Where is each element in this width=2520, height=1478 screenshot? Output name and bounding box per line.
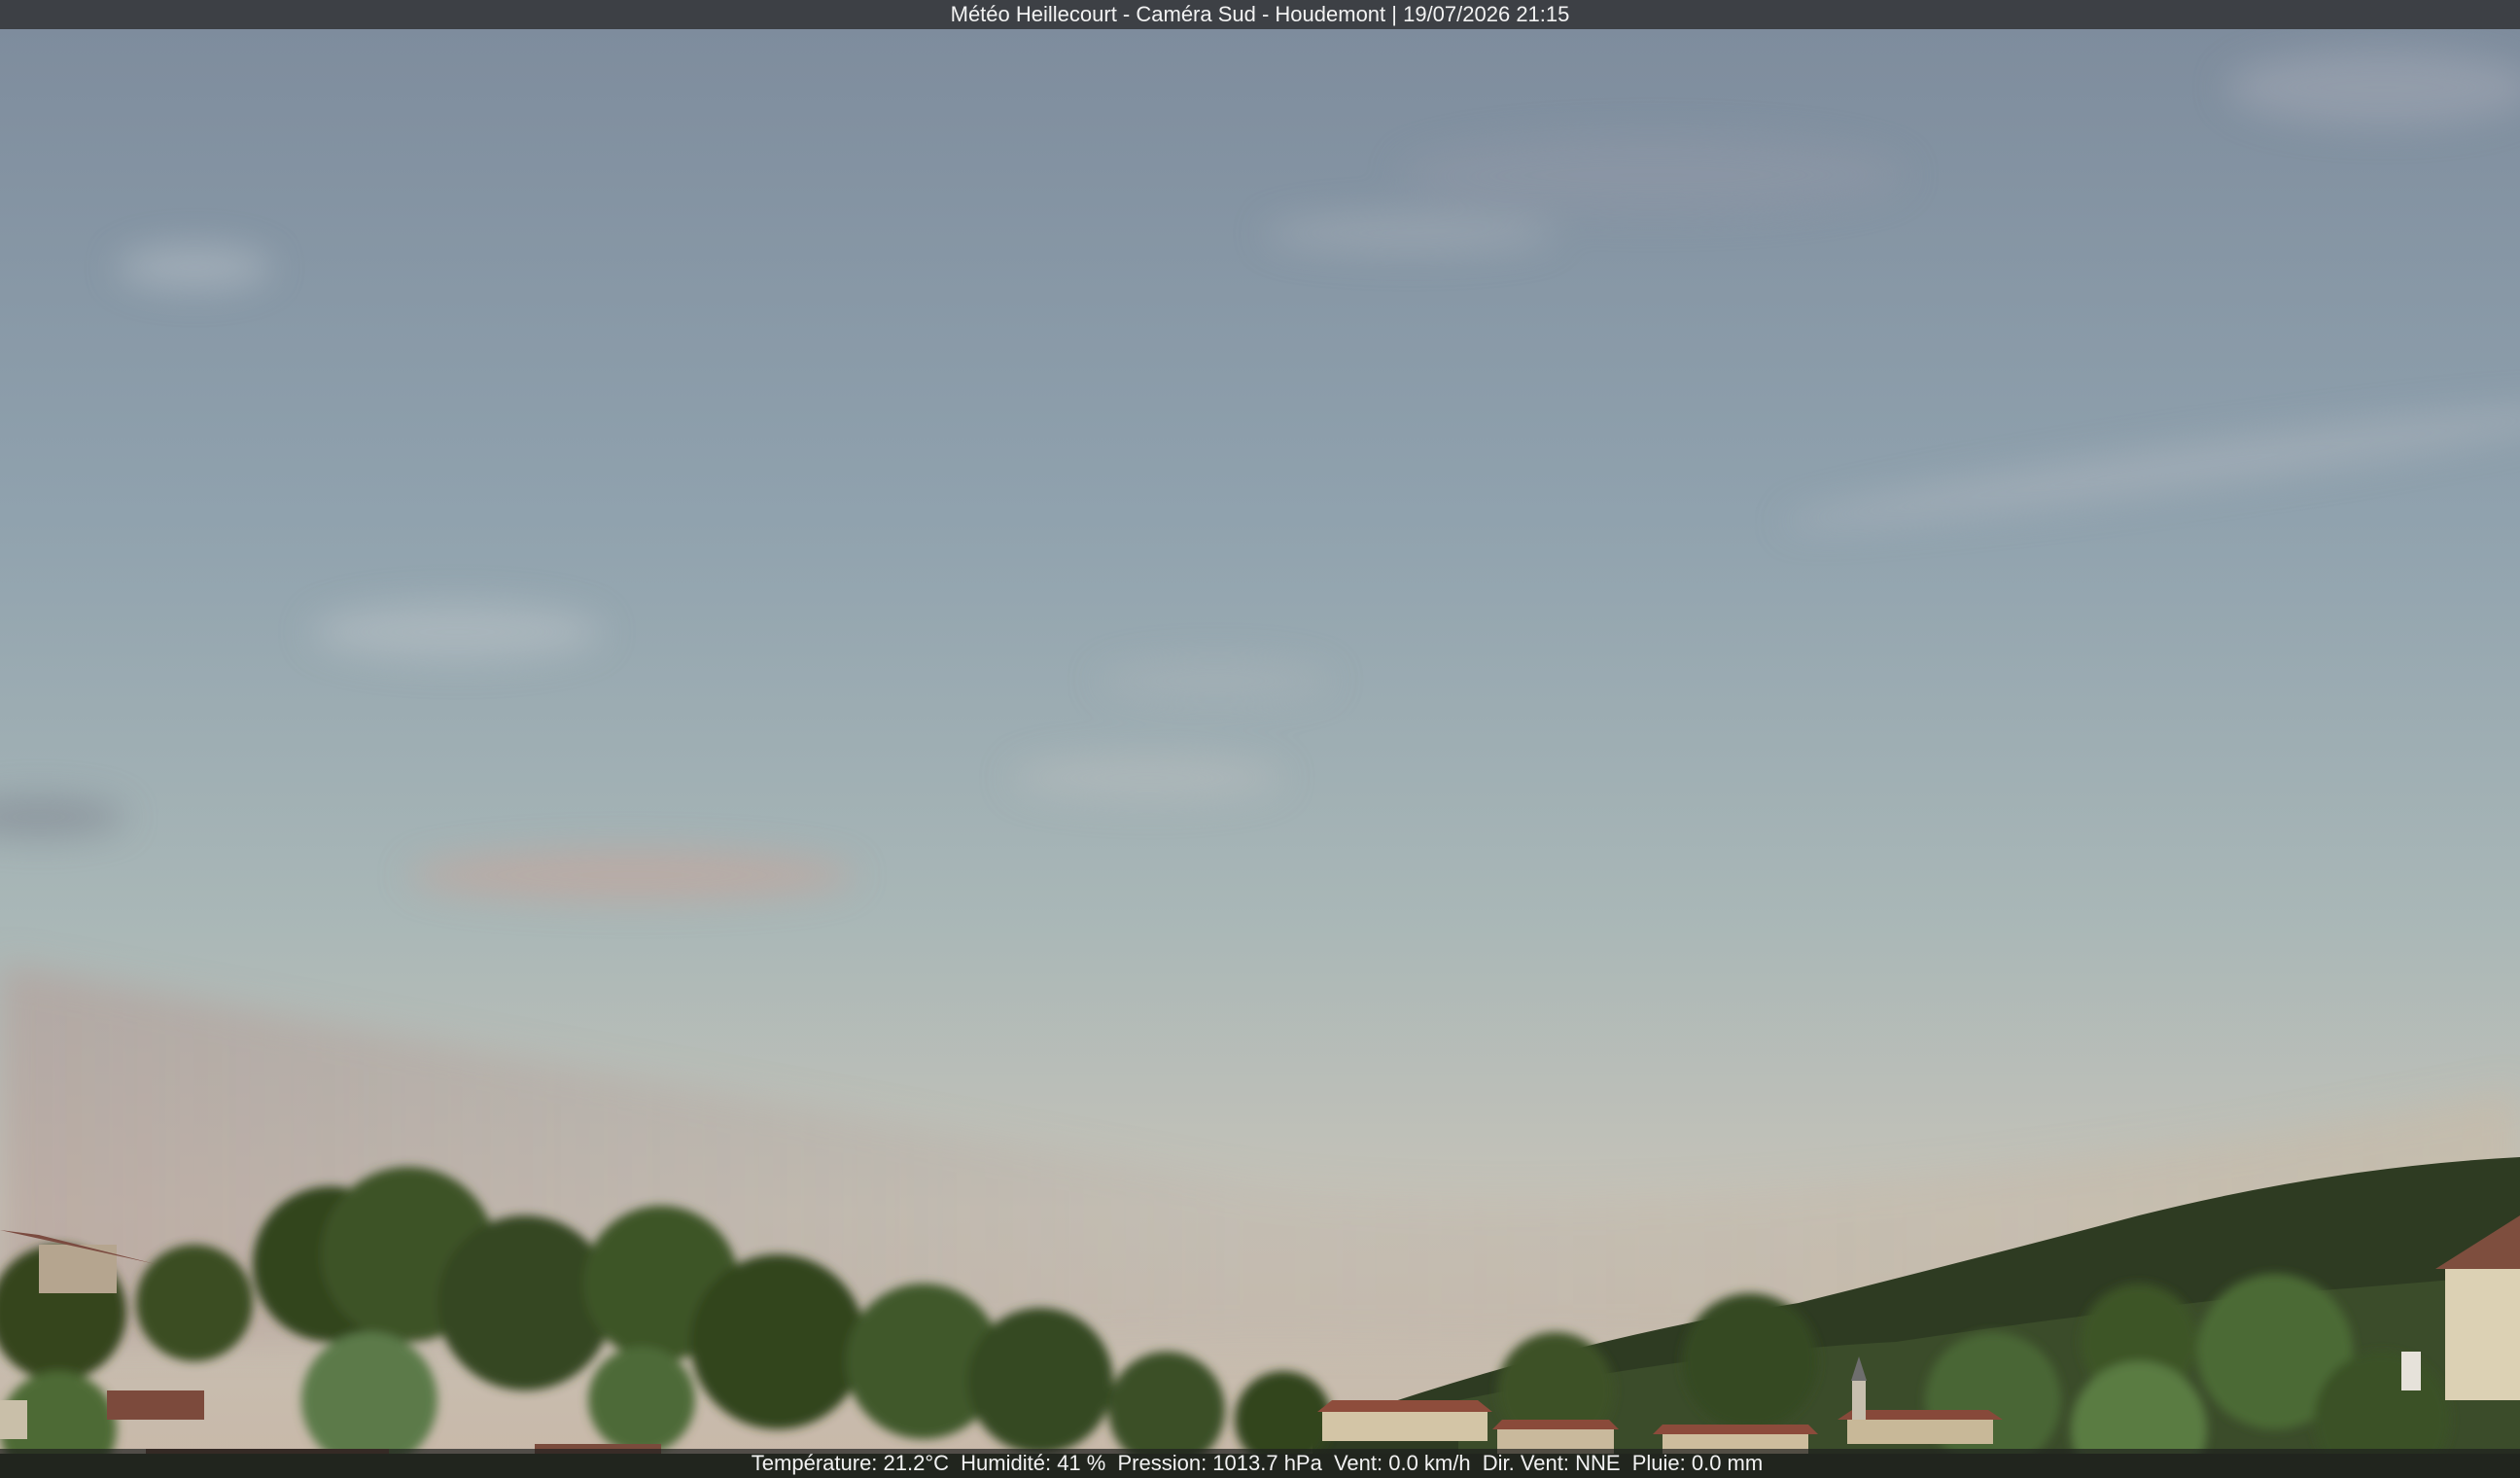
weather-info-bar: Température: 21.2°C Humidité: 41 % Press… — [0, 1449, 2520, 1478]
pressure-readout: Pression: 1013.7 hPa — [1117, 1451, 1322, 1475]
wind-direction-readout: Dir. Vent: NNE — [1482, 1451, 1621, 1475]
webcam-scene — [0, 0, 2520, 1478]
rain-readout: Pluie: 0.0 mm — [1631, 1451, 1764, 1475]
camera-title: Météo Heillecourt - Caméra Sud - Houdemo… — [950, 2, 1570, 26]
humidity-readout: Humidité: 41 % — [961, 1451, 1106, 1475]
wind-readout: Vent: 0.0 km/h — [1333, 1451, 1471, 1475]
temperature-readout: Température: 21.2°C — [751, 1451, 950, 1475]
camera-title-bar: Météo Heillecourt - Caméra Sud - Houdemo… — [0, 0, 2520, 29]
